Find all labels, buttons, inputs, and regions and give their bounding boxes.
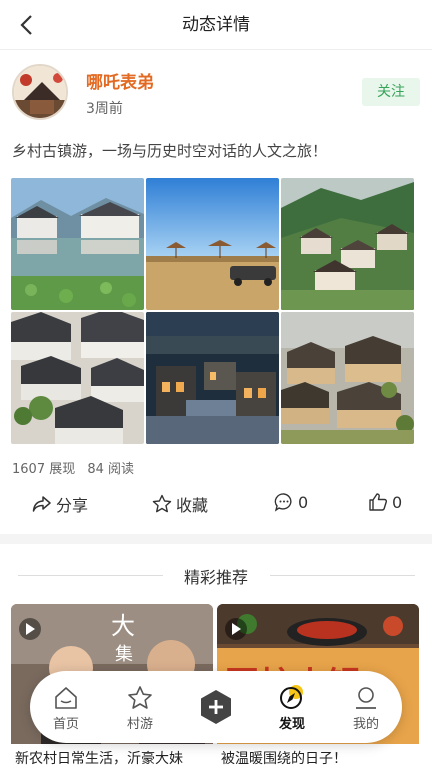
tab-label: 首页 [52,717,79,732]
play-icon [19,618,41,640]
post-caption: 乡村古镇游，一场与历史时空对话的人文之旅！ [12,142,328,160]
svg-text:集: 集 [115,644,133,665]
top-bar: 动态详情 [0,0,432,50]
divider-right [270,575,415,576]
play-icon [225,618,247,640]
page-title: 动态详情 [182,15,250,35]
tab-label: 发现 [278,717,305,732]
favorite-label: 收藏 [176,496,209,515]
photo-2[interactable] [146,178,279,310]
comment-icon [274,493,292,512]
post-card: 哪吒表弟 3周前 关注 乡村古镇游，一场与历史时空对话的人文之旅！ 1607 展… [0,50,432,534]
like-count: 0 [392,492,403,512]
share-label: 分享 [56,496,89,515]
tab-home[interactable]: 首页 [36,683,96,732]
compass-icon [280,685,303,709]
plus-icon [201,690,231,724]
follow-button[interactable]: 关注 [362,78,420,106]
tab-label: 村游 [126,717,153,732]
post-time: 3周前 [86,101,123,117]
photo-grid [11,178,414,445]
tab-village-tour[interactable]: 村游 [110,683,170,732]
home-icon [55,687,77,709]
tab-discover[interactable]: 发现 [262,683,322,732]
star-icon [128,686,152,709]
tab-mine[interactable]: 我的 [336,683,396,732]
user-icon [356,687,376,709]
card-overlay-text: 大 [111,612,135,640]
photo-5[interactable] [146,312,279,444]
thumbs-up-icon [369,493,388,511]
recommend-title: 精彩推荐 [183,568,248,587]
avatar[interactable] [12,64,68,120]
comment-button[interactable]: 0 [274,492,308,512]
tab-label: 我的 [352,717,379,732]
photo-3[interactable] [281,178,414,310]
photo-1[interactable] [11,178,144,310]
comment-count: 0 [298,492,309,512]
share-icon [32,496,51,512]
photo-6[interactable] [281,312,414,444]
action-bar: 分享 收藏 0 0 [0,486,432,522]
share-button[interactable]: 分享 [32,492,88,516]
views-count: 1607 展现 [12,462,76,477]
star-icon [152,494,172,513]
like-button[interactable]: 0 [368,492,402,512]
post-stats: 1607 展现 84 阅读 [12,458,142,477]
reads-count: 84 阅读 [87,462,135,477]
author-name[interactable]: 哪吒表弟 [86,68,154,93]
publish-button[interactable] [198,689,234,725]
favorite-button[interactable]: 收藏 [152,492,208,516]
photo-4[interactable] [11,312,144,444]
bottom-tab-bar: 首页 村游 发现 我的 [30,671,402,743]
recommend-card-title: 被温暖围绕的日子！ [221,751,347,767]
recommend-card-title: 新农村日常生活，沂豪大妹 [15,751,183,767]
